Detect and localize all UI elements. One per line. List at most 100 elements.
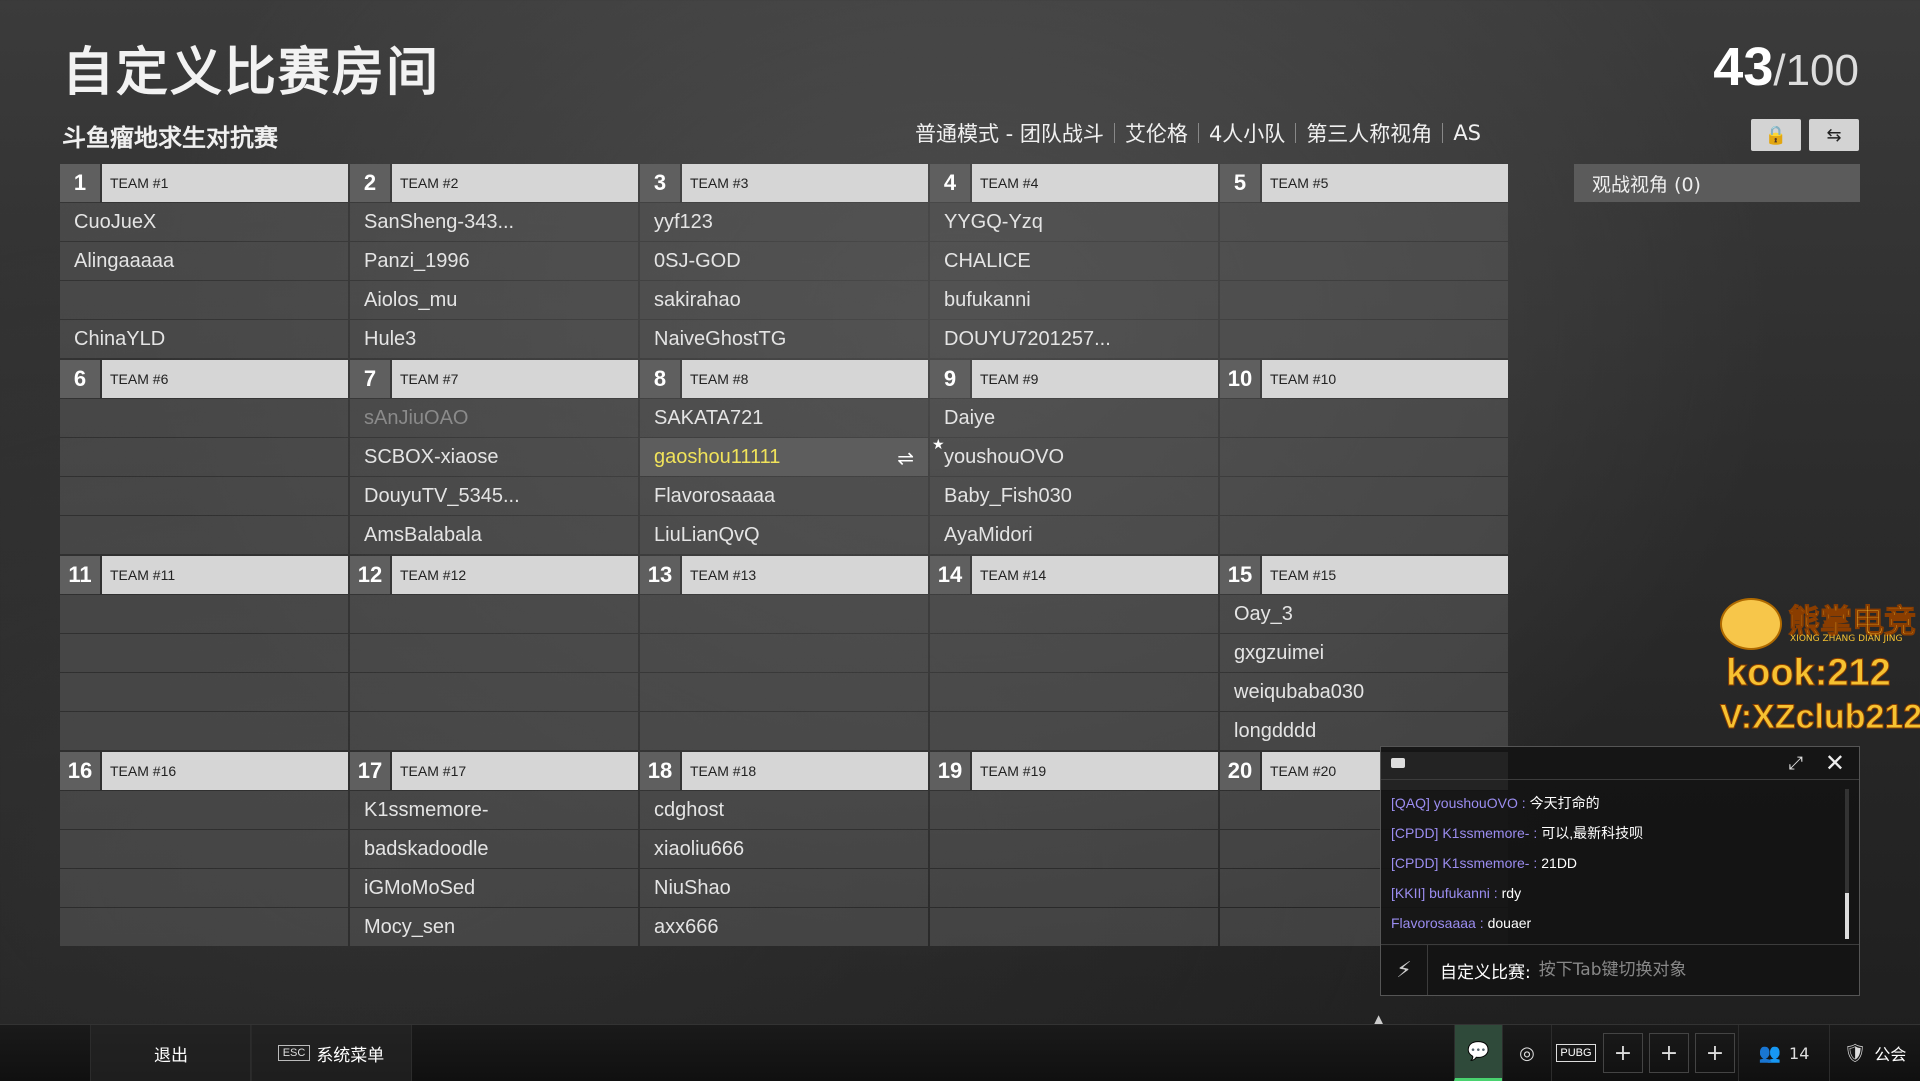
exit-button[interactable]: 退出 [90, 1025, 252, 1081]
player-slot[interactable] [930, 869, 1218, 907]
add-slot-button-1[interactable]: + [1603, 1033, 1643, 1073]
player-slot[interactable] [60, 830, 348, 868]
player-slot[interactable] [350, 673, 638, 711]
player-slot[interactable] [60, 791, 348, 829]
player-slot[interactable] [1220, 203, 1508, 241]
chat-sender[interactable]: [KKII] bufukanni : [1391, 885, 1498, 901]
player-slot[interactable] [640, 634, 928, 672]
player-slot[interactable] [350, 634, 638, 672]
player-slot[interactable] [930, 673, 1218, 711]
team-header[interactable]: 2 TEAM #2 [350, 164, 638, 202]
team-header[interactable]: 18 TEAM #18 [640, 752, 928, 790]
observer-slot[interactable]: 观战视角 (0) [1574, 164, 1860, 202]
player-slot[interactable] [1220, 281, 1508, 319]
player-slot[interactable]: SAKATA721 [640, 399, 928, 437]
chat-scrollbar[interactable] [1845, 789, 1849, 939]
team-header[interactable]: 15 TEAM #15 [1220, 556, 1508, 594]
player-slot[interactable]: DOUYU7201257... [930, 320, 1218, 358]
team-header[interactable]: 14 TEAM #14 [930, 556, 1218, 594]
player-slot[interactable]: LiuLianQvQ [640, 516, 928, 554]
player-slot[interactable]: gaoshou11111 ⇌ [640, 438, 928, 476]
player-slot[interactable]: iGMoMoSed [350, 869, 638, 907]
player-slot[interactable]: NaiveGhostTG [640, 320, 928, 358]
player-slot[interactable]: CHALICE [930, 242, 1218, 280]
player-slot[interactable] [60, 477, 348, 515]
player-slot[interactable] [350, 712, 638, 750]
player-slot[interactable]: YYGQ-Yzq [930, 203, 1218, 241]
player-slot[interactable] [640, 712, 928, 750]
system-menu-button[interactable]: ESC 系统菜单 [250, 1025, 412, 1081]
player-slot[interactable] [1220, 242, 1508, 280]
team-header[interactable]: 6 TEAM #6 [60, 360, 348, 398]
player-slot[interactable] [640, 595, 928, 633]
player-slot[interactable] [60, 516, 348, 554]
swap-button[interactable]: ⇆ [1809, 119, 1859, 151]
player-slot[interactable] [930, 830, 1218, 868]
player-slot[interactable] [60, 869, 348, 907]
chat-toggle-button[interactable]: 💬 [1454, 1025, 1502, 1081]
player-slot[interactable]: Flavorosaaaa [640, 477, 928, 515]
player-slot[interactable] [1220, 438, 1508, 476]
player-slot[interactable] [60, 712, 348, 750]
player-slot[interactable]: axx666 [640, 908, 928, 946]
player-slot[interactable]: longdddd [1220, 712, 1508, 750]
player-slot[interactable] [60, 673, 348, 711]
player-slot[interactable]: badskadoodle [350, 830, 638, 868]
team-header[interactable]: 7 TEAM #7 [350, 360, 638, 398]
player-slot[interactable] [640, 673, 928, 711]
team-header[interactable]: 4 TEAM #4 [930, 164, 1218, 202]
team-header[interactable]: 8 TEAM #8 [640, 360, 928, 398]
player-slot[interactable] [930, 634, 1218, 672]
player-slot[interactable]: ChinaYLD [60, 320, 348, 358]
player-slot[interactable]: cdghost [640, 791, 928, 829]
pubg-button[interactable]: PUBG [1551, 1025, 1600, 1081]
player-slot[interactable] [930, 595, 1218, 633]
player-slot[interactable]: CuoJueX [60, 203, 348, 241]
player-slot[interactable]: Oay_3 [1220, 595, 1508, 633]
team-header[interactable]: 19 TEAM #19 [930, 752, 1218, 790]
player-slot[interactable]: xiaoliu666 [640, 830, 928, 868]
friends-button[interactable]: 👥 14 [1738, 1025, 1829, 1081]
player-slot[interactable]: SanSheng-343... [350, 203, 638, 241]
chat-input[interactable] [1536, 959, 1781, 981]
player-slot[interactable]: gxgzuimei [1220, 634, 1508, 672]
team-header[interactable]: 9 TEAM #9 [930, 360, 1218, 398]
player-slot[interactable] [1220, 516, 1508, 554]
player-slot[interactable]: weiqubaba030 [1220, 673, 1508, 711]
player-slot[interactable]: youshouOVO ★ [930, 436, 1218, 476]
player-slot[interactable]: Mocy_sen [350, 908, 638, 946]
player-slot[interactable] [930, 908, 1218, 946]
player-slot[interactable] [930, 791, 1218, 829]
player-slot[interactable] [1220, 320, 1508, 358]
player-slot[interactable]: AyaMidori [930, 516, 1218, 554]
chat-sender[interactable]: [CPDD] K1ssmemore- : [1391, 855, 1537, 871]
player-slot[interactable]: bufukanni [930, 281, 1218, 319]
player-slot[interactable]: 0SJ-GOD [640, 242, 928, 280]
player-slot[interactable]: DouyuTV_5345... [350, 477, 638, 515]
expand-icon[interactable]: ⤢ [1789, 753, 1803, 774]
player-slot[interactable]: Baby_Fish030 [930, 477, 1218, 515]
chat-sender[interactable]: [QAQ] youshouOVO : [1391, 795, 1526, 811]
player-slot[interactable]: Daiye [930, 399, 1218, 437]
team-header[interactable]: 5 TEAM #5 [1220, 164, 1508, 202]
player-slot[interactable] [350, 595, 638, 633]
player-slot[interactable] [60, 634, 348, 672]
player-slot[interactable] [930, 712, 1218, 750]
chat-sender[interactable]: Flavorosaaaa : [1391, 915, 1484, 931]
add-slot-button-3[interactable]: + [1695, 1033, 1735, 1073]
swap-icon[interactable]: ⇌ [897, 446, 914, 471]
team-header[interactable]: 16 TEAM #16 [60, 752, 348, 790]
add-slot-button-2[interactable]: + [1649, 1033, 1689, 1073]
player-slot[interactable]: Aiolos_mu [350, 281, 638, 319]
team-header[interactable]: 13 TEAM #13 [640, 556, 928, 594]
player-slot[interactable] [60, 438, 348, 476]
player-slot[interactable] [60, 908, 348, 946]
chat-scroll-thumb[interactable] [1845, 893, 1849, 939]
close-icon[interactable]: ✕ [1825, 749, 1845, 777]
player-slot[interactable] [1220, 399, 1508, 437]
team-header[interactable]: 3 TEAM #3 [640, 164, 928, 202]
team-header[interactable]: 11 TEAM #11 [60, 556, 348, 594]
player-slot[interactable] [60, 399, 348, 437]
chat-sender[interactable]: [CPDD] K1ssmemore- : [1391, 825, 1537, 841]
lock-button[interactable]: 🔒 [1751, 119, 1801, 151]
